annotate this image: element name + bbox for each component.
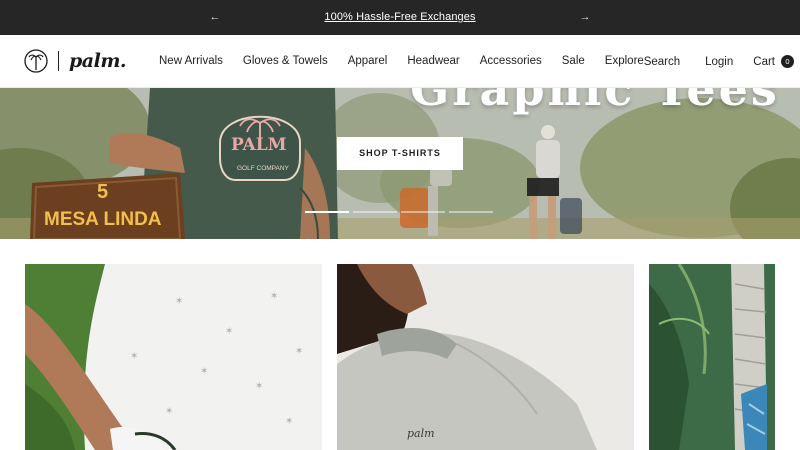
sign-number: 5 bbox=[97, 181, 108, 203]
product-card-grey-crewneck[interactable]: palm bbox=[337, 264, 634, 450]
svg-text:✶: ✶ bbox=[200, 366, 208, 377]
logo-divider bbox=[58, 51, 59, 71]
nav-item-new-arrivals[interactable]: New Arrivals bbox=[159, 55, 223, 67]
slide-indicator-2[interactable] bbox=[353, 211, 397, 213]
product-card-white-polo[interactable]: ✶ ✶ ✶ ✶ ✶ ✶ ✶ ✶ ✶ bbox=[25, 264, 322, 450]
search-link[interactable]: Search bbox=[644, 56, 680, 68]
sign-text: MESA LINDA bbox=[44, 209, 162, 230]
product-image-grey-crewneck: palm bbox=[337, 264, 634, 450]
nav-item-accessories[interactable]: Accessories bbox=[480, 55, 542, 67]
product-image-white-polo: ✶ ✶ ✶ ✶ ✶ ✶ ✶ ✶ ✶ bbox=[25, 264, 322, 450]
product-image-palm-print bbox=[649, 264, 775, 450]
shop-t-shirts-button[interactable]: SHOP T-SHIRTS bbox=[337, 137, 463, 170]
svg-text:✶: ✶ bbox=[295, 346, 303, 357]
product-card-palm-print[interactable] bbox=[649, 264, 775, 450]
cart-label: Cart bbox=[753, 55, 775, 68]
nav-item-gloves-towels[interactable]: Gloves & Towels bbox=[243, 55, 328, 67]
nav-item-sale[interactable]: Sale bbox=[562, 55, 585, 67]
logo-wordmark: palm. bbox=[69, 50, 127, 72]
arrow-right-icon[interactable]: → bbox=[577, 9, 593, 25]
slide-indicator-4[interactable] bbox=[449, 211, 493, 213]
cart-link[interactable]: Cart 0 bbox=[753, 55, 794, 68]
svg-text:✶: ✶ bbox=[165, 406, 173, 417]
svg-text:✶: ✶ bbox=[285, 416, 293, 427]
svg-text:✶: ✶ bbox=[225, 326, 233, 337]
shirt-graphic-text: PALM bbox=[231, 135, 287, 155]
hero-title: Graphic Tees bbox=[410, 88, 780, 116]
svg-text:✶: ✶ bbox=[175, 296, 183, 307]
nav-item-explore[interactable]: Explore bbox=[605, 55, 644, 67]
svg-text:✶: ✶ bbox=[270, 291, 278, 302]
announcement-link[interactable]: 100% Hassle-Free Exchanges bbox=[0, 11, 800, 23]
main-nav: New Arrivals Gloves & Towels Apparel Hea… bbox=[159, 55, 644, 67]
slide-indicator-3[interactable] bbox=[401, 211, 445, 213]
svg-text:✶: ✶ bbox=[130, 351, 138, 362]
slide-indicator-1[interactable] bbox=[305, 211, 349, 213]
nav-item-apparel[interactable]: Apparel bbox=[348, 55, 388, 67]
login-link[interactable]: Login bbox=[705, 56, 733, 68]
nav-item-headwear[interactable]: Headwear bbox=[407, 55, 459, 67]
svg-text:✶: ✶ bbox=[255, 381, 263, 392]
shirt-graphic-subtext: GOLF COMPANY bbox=[237, 165, 290, 172]
announcement-bar: ← 100% Hassle-Free Exchanges → bbox=[0, 0, 800, 35]
hero-banner: PALM GOLF COMPANY 5 MESA LINDA Graphic T… bbox=[0, 88, 800, 239]
cart-count-badge: 0 bbox=[781, 55, 794, 68]
site-logo[interactable]: palm. bbox=[24, 48, 127, 74]
palm-tree-logo-icon bbox=[24, 49, 48, 73]
slideshow-indicators bbox=[305, 211, 493, 213]
header-utilities: Search Login Cart 0 bbox=[644, 55, 794, 68]
site-header: palm. New Arrivals Gloves & Towels Appar… bbox=[0, 35, 800, 88]
product-print-text: palm bbox=[407, 427, 435, 440]
